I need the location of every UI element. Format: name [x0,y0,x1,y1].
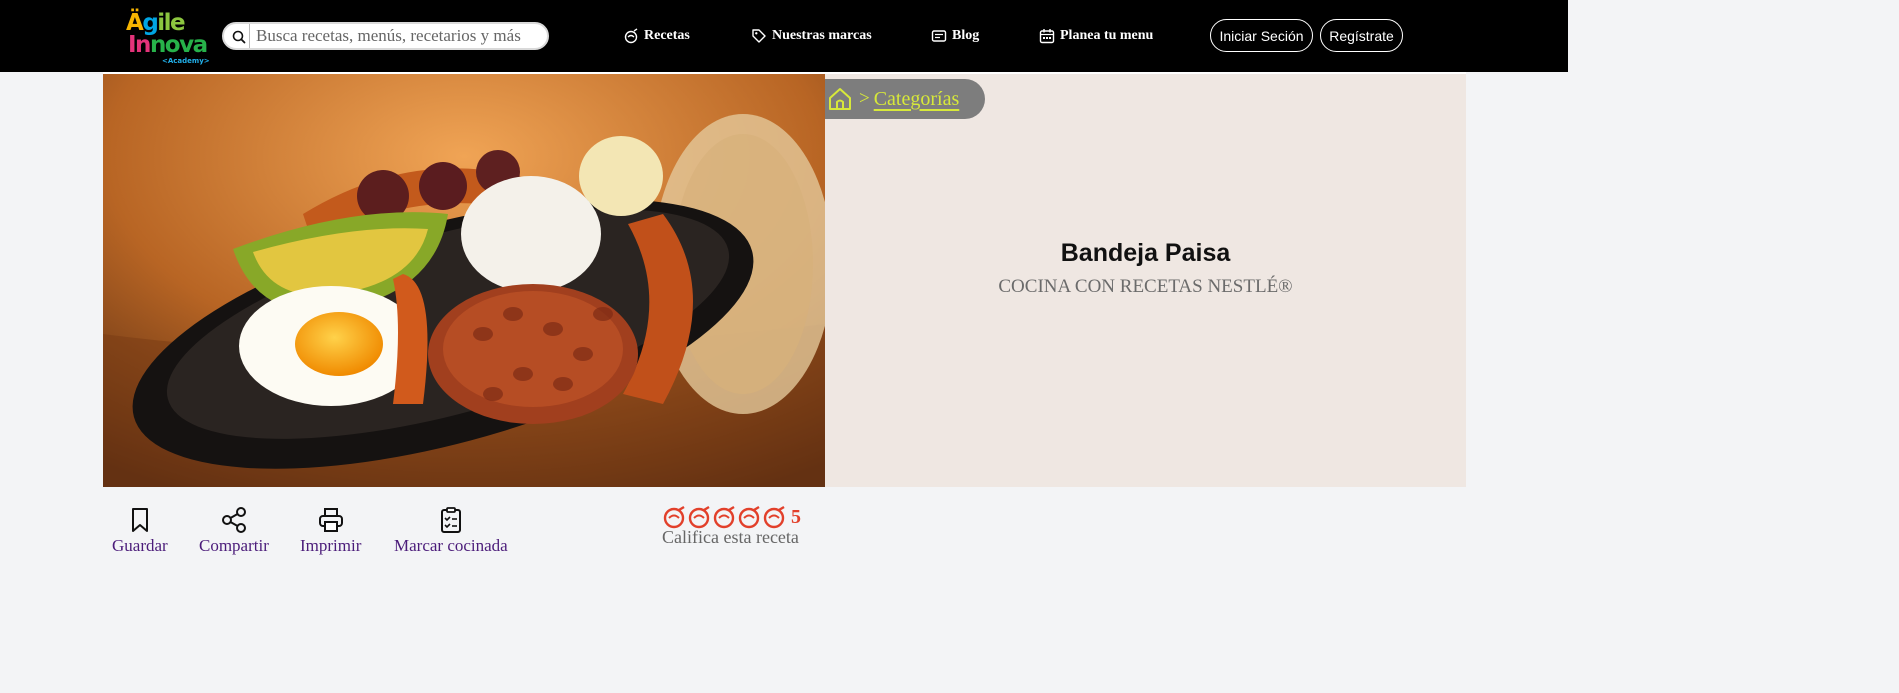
calendar-icon [1039,29,1055,44]
logo-in: In [128,32,151,58]
breadcrumb-separator: > [859,88,870,109]
agile-innova-logo[interactable]: Ägile Innova <Academy> [124,6,210,66]
rate-recipe-label[interactable]: Califica esta receta [662,527,801,548]
search-bar [222,22,549,50]
rating-pot-icon-4[interactable] [737,505,761,529]
logo-academy: <Academy> [162,57,210,65]
search-input[interactable] [256,25,544,47]
tag-icon [752,29,766,43]
share-button[interactable]: Compartir [199,506,269,556]
blog-icon [931,30,947,42]
nav-recetas[interactable]: Recetas [623,25,690,47]
logo-nova: nova [149,32,208,58]
search-divider [249,24,250,48]
rating-value: 5 [791,505,801,528]
search-icon[interactable] [230,28,248,46]
recipe-hero: > Categorías Bandeja Paisa COCINA CON RE… [103,72,1466,487]
rating-pot-icon-3[interactable] [712,505,736,529]
breadcrumb: > Categorías [825,79,985,119]
nav-planea-label: Planea tu menu [1060,28,1154,43]
nav-nuestras-marcas[interactable]: Nuestras marcas [751,25,872,47]
rating-pot-icon-5[interactable] [762,505,786,529]
register-button[interactable]: Regístrate [1320,19,1403,52]
recipe-subtitle: COCINA CON RECETAS NESTLÉ® [998,276,1293,297]
breadcrumb-categorias[interactable]: Categorías [874,88,960,111]
nav-recetas-label: Recetas [644,28,690,43]
chef-pot-icon [624,28,638,44]
save-button[interactable]: Guardar [112,506,168,556]
nav-blog-label: Blog [952,28,980,43]
mark-cooked-button[interactable]: Marcar cocinada [394,506,508,556]
share-icon [221,507,246,533]
home-icon[interactable] [827,86,853,112]
rating-stars: 5 [662,505,801,529]
save-label: Guardar [112,536,168,555]
nav-planea-menu[interactable]: Planea tu menu [1039,25,1153,47]
recipe-image [103,74,825,487]
logo-line-2: Innova [128,32,208,58]
rating-pot-icon-2[interactable] [687,505,711,529]
clipboard-check-icon [440,507,461,533]
print-button[interactable]: Imprimir [300,506,361,556]
login-button[interactable]: Iniciar Seción [1210,19,1313,52]
mark-cooked-label: Marcar cocinada [394,536,508,555]
nav-blog[interactable]: Blog [931,25,979,47]
recipe-title: Bandeja Paisa [1060,239,1231,267]
nav-marcas-label: Nuestras marcas [772,28,872,43]
share-label: Compartir [199,536,269,555]
top-navbar: Ägile Innova <Academy> Recetas Nuestras … [0,0,1568,72]
rating-pot-icon-1[interactable] [662,505,686,529]
print-label: Imprimir [300,536,362,555]
bookmark-icon [131,508,148,532]
printer-icon [318,508,343,532]
recipe-rating: 5 Califica esta receta [662,505,801,548]
